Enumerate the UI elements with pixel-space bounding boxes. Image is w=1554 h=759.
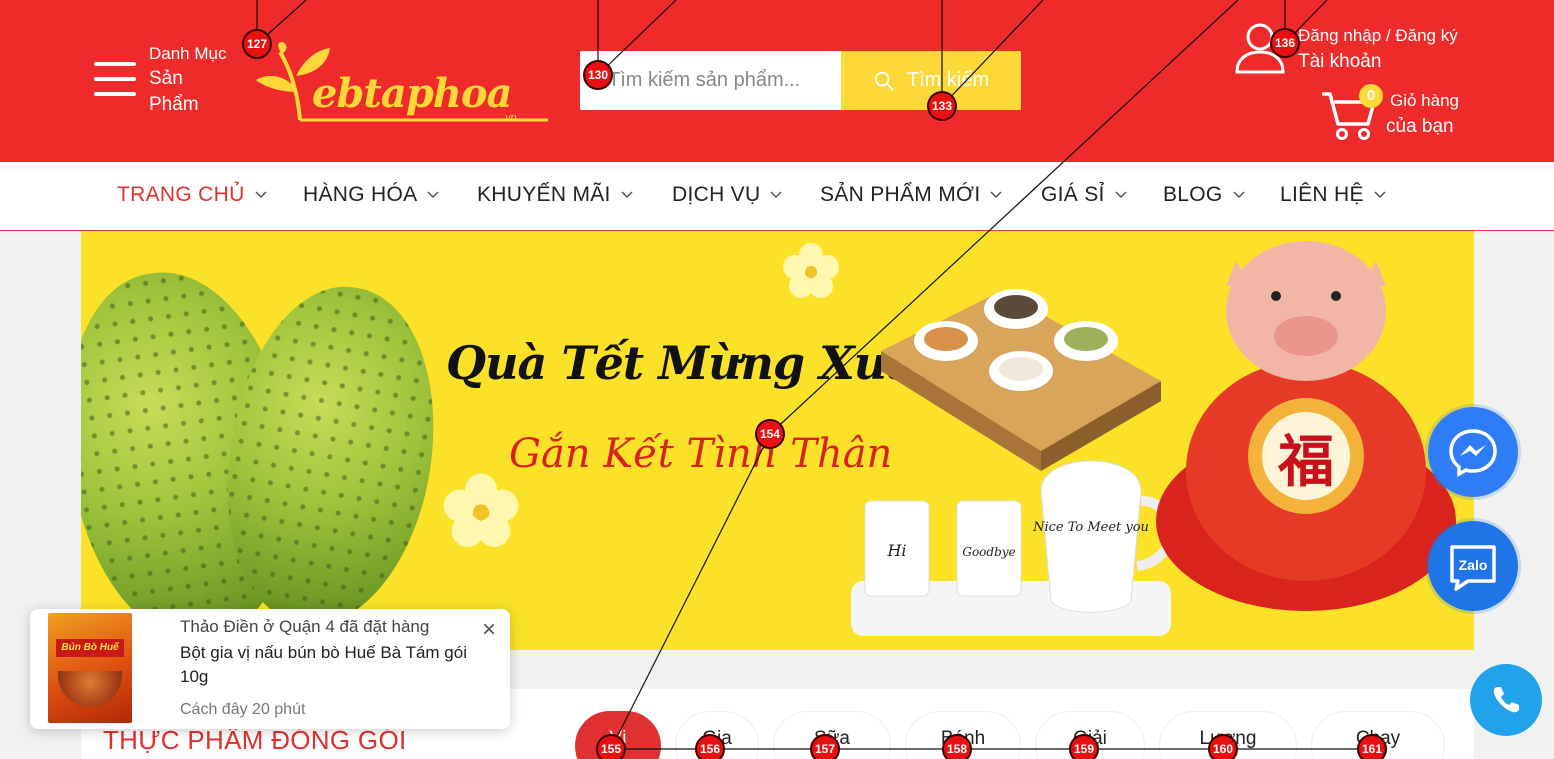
chevron-down-icon — [1233, 191, 1245, 199]
search-input[interactable] — [580, 51, 842, 110]
banner-subtitle: Gắn Kết Tình Thân — [509, 431, 893, 477]
overlay-marker: 156 — [695, 734, 725, 759]
call-button[interactable] — [1470, 664, 1542, 736]
cart-count-badge: 0 — [1359, 84, 1383, 108]
account-login-register[interactable]: Đăng nhập / Đăng ký — [1298, 26, 1458, 46]
soup-bowl-image — [58, 671, 122, 707]
messenger-icon — [1449, 429, 1497, 477]
main-nav: TRANG CHỦ HÀNG HÓA KHUYẾN MÃI DỊCH VỤ SẢ… — [0, 162, 1554, 231]
chevron-down-icon — [255, 191, 267, 199]
chevron-down-icon — [990, 191, 1002, 199]
site-logo[interactable]: ebtaphoa .vn — [252, 42, 552, 124]
messenger-button[interactable] — [1428, 407, 1518, 497]
chevron-down-icon — [621, 191, 633, 199]
nav-item-label: HÀNG HÓA — [303, 183, 418, 206]
search-button-label: Tìm kiếm — [906, 69, 990, 91]
chevron-down-icon — [770, 191, 782, 199]
nav-item-label: DỊCH VỤ — [672, 183, 761, 206]
overlay-marker: 136 — [1270, 28, 1300, 58]
overlay-marker: 160 — [1208, 734, 1238, 759]
notification-buyer-text: Thảo Điền ở Quận 4 đã đặt hàng — [180, 617, 430, 636]
cup-hi-text: Hi — [886, 541, 906, 560]
category-label-line3: Phẩm — [149, 94, 199, 116]
chevron-down-icon — [1115, 191, 1127, 199]
fortune-character: 福 — [1277, 429, 1334, 495]
nav-item-blog[interactable]: BLOG — [1163, 183, 1245, 207]
teapot-text: Nice To Meet you — [1032, 520, 1149, 535]
logo-domain: .vn — [502, 112, 517, 124]
flower-icon — [783, 243, 839, 298]
package-label: Bún Bò Huế — [56, 639, 124, 657]
nav-item-wholesale[interactable]: GIÁ SỈ — [1041, 183, 1127, 207]
category-label-line1: Danh Mục — [149, 44, 227, 63]
site-header: Danh Mục Sản Phẩm ebtaphoa .vn Tìm kiếm … — [0, 0, 1554, 162]
zalo-icon: Zalo — [1450, 545, 1496, 591]
nav-item-promotions[interactable]: KHUYẾN MÃI — [477, 183, 633, 207]
notification-time: Cách đây 20 phút — [180, 701, 306, 718]
cart-label-line1: Giỏ hàng — [1390, 91, 1459, 110]
nav-item-label: BLOG — [1163, 183, 1223, 206]
nav-item-products[interactable]: HÀNG HÓA — [303, 183, 439, 207]
order-notification-popup[interactable]: Bún Bò Huế Thảo Điền ở Quận 4 đã đặt hàn… — [30, 609, 510, 729]
close-icon[interactable]: × — [478, 618, 500, 642]
chevron-down-icon — [1374, 191, 1386, 199]
zalo-button[interactable]: Zalo — [1428, 521, 1518, 611]
cup-goodbye-text: Goodbye — [962, 545, 1015, 559]
overlay-marker: 130 — [583, 60, 613, 90]
nav-item-label: SẢN PHẨM MỚI — [820, 183, 981, 206]
product-thumbnail[interactable]: Bún Bò Huế — [48, 613, 132, 723]
overlay-marker: 133 — [927, 91, 957, 121]
zalo-label: Zalo — [1459, 557, 1488, 573]
overlay-marker: 155 — [596, 734, 626, 759]
overlay-marker: 161 — [1357, 734, 1387, 759]
search-icon — [874, 71, 894, 91]
nav-item-new-products[interactable]: SẢN PHẨM MỚI — [820, 183, 1002, 207]
nav-item-label: LIÊN HỆ — [1280, 183, 1364, 206]
notification-product-link[interactable]: Bột gia vị nấu bún bò Huế Bà Tám gói 10g — [180, 641, 480, 689]
nav-item-services[interactable]: DỊCH VỤ — [672, 183, 782, 207]
category-menu-label[interactable]: Danh Mục Sản Phẩm — [149, 42, 226, 119]
cart-label-line2: của bạn — [1386, 116, 1454, 137]
nav-item-label: GIÁ SỈ — [1041, 183, 1105, 206]
nav-item-label: TRANG CHỦ — [117, 183, 245, 206]
hamburger-menu-icon[interactable] — [94, 62, 138, 100]
logo-text: ebtaphoa — [312, 70, 512, 117]
cart-link[interactable]: 0 Giỏ hàng của bạn — [1320, 84, 1500, 146]
pig-figurine-image: 福 — [1156, 241, 1456, 611]
overlay-marker: 157 — [810, 734, 840, 759]
nav-item-label: KHUYẾN MÃI — [477, 183, 611, 206]
flower-icon — [443, 473, 519, 547]
nav-item-home[interactable]: TRANG CHỦ — [117, 183, 267, 207]
overlay-marker: 158 — [942, 734, 972, 759]
overlay-marker: 154 — [755, 419, 785, 449]
section-title: THỰC PHẨM ĐÓNG GÓI — [103, 725, 407, 755]
phone-icon — [1493, 687, 1519, 713]
nav-item-contact[interactable]: LIÊN HỆ — [1280, 183, 1386, 207]
category-label-line2: Sản — [149, 67, 183, 89]
chevron-down-icon — [427, 191, 439, 199]
overlay-marker: 159 — [1069, 734, 1099, 759]
overlay-marker: 127 — [242, 29, 272, 59]
account-label: Tài khoản — [1298, 51, 1382, 72]
